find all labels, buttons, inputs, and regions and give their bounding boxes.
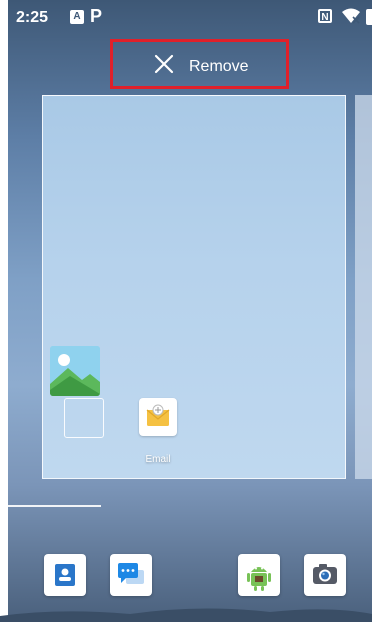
gallery-app-icon[interactable] [50, 346, 100, 396]
screen-frame-edge [0, 0, 8, 622]
next-workspace-page[interactable] [355, 95, 372, 479]
status-time: 2:25 [16, 9, 49, 26]
email-icon [146, 404, 170, 426]
wifi-icon [342, 8, 360, 24]
battery-icon [366, 9, 372, 25]
android-app-icon[interactable] [238, 554, 280, 596]
close-icon [154, 54, 174, 74]
notification-p-icon: P [90, 6, 103, 26]
camera-icon [313, 564, 337, 584]
wallpaper-hills [0, 608, 372, 622]
nfc-icon: N [318, 9, 332, 23]
email-app-label: Email [145, 454, 171, 465]
android-icon [247, 567, 271, 591]
status-bar: 2:25 A P N [8, 0, 372, 34]
messages-app-icon[interactable] [110, 554, 152, 596]
gallery-icon [50, 346, 100, 396]
camera-app-icon[interactable] [304, 554, 346, 596]
notification-a-icon: A [70, 10, 84, 24]
remove-drop-zone[interactable]: Remove [110, 39, 289, 89]
contacts-app-icon[interactable] [44, 554, 86, 596]
page-indicator-line [8, 505, 101, 507]
messages-icon [118, 563, 144, 584]
remove-label: Remove [189, 58, 249, 75]
drop-target-outline [64, 398, 104, 438]
contacts-icon [55, 564, 75, 586]
email-app-icon[interactable] [139, 398, 177, 436]
